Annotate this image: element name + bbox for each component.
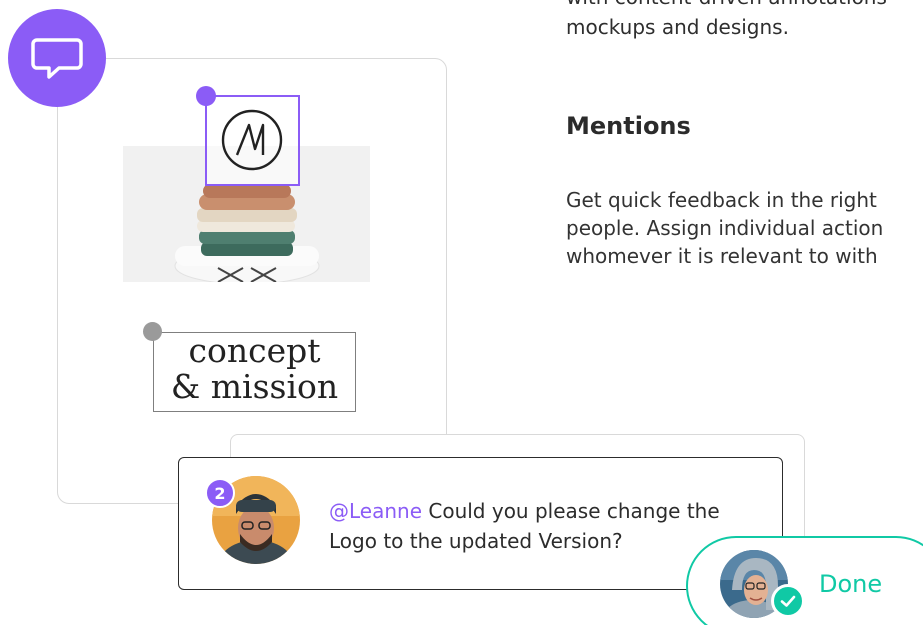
section-title: Mentions (566, 112, 691, 140)
intro-line-2: mockups and designs. (566, 15, 789, 39)
concept-annotation-dot[interactable] (143, 322, 162, 341)
intro-line-1: with content-driven annotations (566, 0, 887, 10)
comment-feature-icon (8, 9, 106, 107)
chat-bubble-icon (31, 38, 83, 79)
done-label[interactable]: Done (819, 570, 882, 598)
concept-line-2: & mission (170, 367, 339, 406)
paragraph-line-2: people. Assign individual action (566, 216, 884, 240)
paragraph-line-3: whomever it is relevant to with (566, 244, 878, 268)
mention-link[interactable]: @Leanne (329, 499, 422, 523)
comment-line-1: @Leanne Could you please change the (329, 496, 720, 526)
done-check-badge (771, 584, 805, 618)
check-icon (780, 595, 796, 607)
concept-text-box[interactable]: concept & mission (153, 332, 356, 412)
logo-selection-box[interactable] (205, 95, 300, 186)
logo-m-icon (221, 109, 283, 171)
concept-line-1: concept (188, 331, 321, 370)
paragraph-line-1: Get quick feedback in the right (566, 188, 877, 212)
comment-text-rest: Could you please change the (422, 499, 720, 523)
comment-line-2: Logo to the updated Version? (329, 529, 623, 553)
comment-text: @Leanne Could you please change the Logo… (329, 496, 720, 556)
comment-number-badge: 2 (205, 478, 235, 508)
logo-annotation-dot[interactable] (196, 86, 216, 106)
